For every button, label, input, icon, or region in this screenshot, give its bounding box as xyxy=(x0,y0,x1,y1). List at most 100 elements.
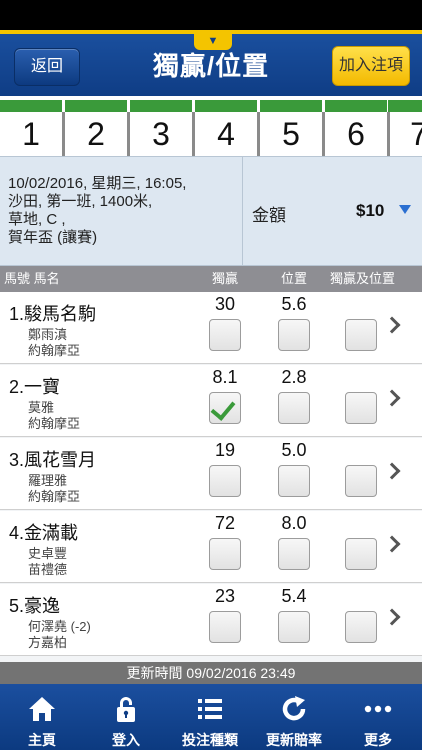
win-odds: 8.1 xyxy=(212,367,238,387)
trainer-name: 方嘉柏 xyxy=(28,635,68,650)
nav-label: 登入 xyxy=(112,732,140,748)
win-checkbox[interactable] xyxy=(209,465,241,497)
win-checkbox[interactable] xyxy=(209,538,241,570)
nav-home[interactable]: 主頁 xyxy=(0,684,84,750)
dropdown-arrow-icon[interactable] xyxy=(399,205,411,214)
horse-row-4[interactable]: 4.金滿載 史卓豐 苗禮德 72 8.0 xyxy=(0,511,422,583)
race-details-line: 賀年盃 (讓賽) xyxy=(8,229,98,246)
race-tab-bar xyxy=(0,100,62,112)
place-odds: 5.6 xyxy=(281,294,307,314)
race-tab-bar xyxy=(195,100,257,112)
bottom-nav: 主頁 登入 投注種類 更新賠率 更多 xyxy=(0,684,422,750)
place-checkbox[interactable] xyxy=(278,319,310,351)
horse-row-2[interactable]: 2.一寶 莫雅 約翰摩亞 8.1 2.8 xyxy=(0,365,422,437)
win-odds: 30 xyxy=(214,294,236,314)
race-details-line: 10/02/2016, 星期三, 16:05, xyxy=(8,175,187,192)
horse-row-5[interactable]: 5.豪逸 何澤堯 (-2) 方嘉柏 23 5.4 xyxy=(0,584,422,656)
column-horse: 馬號 馬名 xyxy=(4,271,60,286)
horse-name: 5.豪逸 xyxy=(9,596,61,616)
race-tab-number: 6 xyxy=(347,116,365,152)
home-icon xyxy=(29,697,55,721)
race-tab-7[interactable]: 7 xyxy=(388,96,422,156)
nav-label: 更新賠率 xyxy=(266,732,322,748)
nav-login[interactable]: 登入 xyxy=(84,684,168,750)
chevron-right-icon[interactable] xyxy=(383,389,401,407)
race-tab-bar xyxy=(388,100,422,112)
win-place-checkbox[interactable] xyxy=(345,465,377,497)
nav-label: 投注種類 xyxy=(182,732,238,748)
more-icon xyxy=(364,705,392,713)
race-tab-number: 1 xyxy=(22,116,40,152)
win-checkbox[interactable] xyxy=(209,392,241,424)
trainer-name: 約翰摩亞 xyxy=(28,416,81,431)
status-bar xyxy=(0,0,422,30)
race-tab-bar xyxy=(325,100,387,112)
amount-select[interactable]: $10 xyxy=(356,201,384,221)
win-place-checkbox[interactable] xyxy=(345,611,377,643)
place-odds: 2.8 xyxy=(281,367,307,387)
horse-row-3[interactable]: 3.風花雪月 羅理雅 約翰摩亞 19 5.0 xyxy=(0,438,422,510)
race-info-panel: 10/02/2016, 星期三, 16:05, 沙田, 第一班, 1400米, … xyxy=(0,156,422,267)
horse-list: 1.駿馬名駒 鄭雨滇 約翰摩亞 30 5.6 2.一寶 莫雅 約翰摩亞 8.1 … xyxy=(0,292,422,662)
race-tab-bar xyxy=(130,100,192,112)
chevron-right-icon[interactable] xyxy=(383,535,401,553)
horse-name: 4.金滿載 xyxy=(9,523,79,543)
list-icon xyxy=(198,699,222,719)
win-place-checkbox[interactable] xyxy=(345,319,377,351)
place-checkbox[interactable] xyxy=(278,538,310,570)
place-checkbox[interactable] xyxy=(278,392,310,424)
win-checkbox[interactable] xyxy=(209,611,241,643)
trainer-name: 苗禮德 xyxy=(28,562,68,577)
horse-name: 2.一寶 xyxy=(9,377,61,397)
win-odds: 23 xyxy=(214,586,236,606)
race-tab-6[interactable]: 6 xyxy=(325,96,390,156)
refresh-icon xyxy=(282,696,306,721)
race-tab-5[interactable]: 5 xyxy=(260,96,325,156)
place-odds: 8.0 xyxy=(281,513,307,533)
race-details-line: 沙田, 第一班, 1400米, xyxy=(8,193,153,210)
race-tab-2[interactable]: 2 xyxy=(65,96,130,156)
horse-name: 3.風花雪月 xyxy=(9,450,97,470)
update-time-bar: 更新時間 09/02/2016 23:49 xyxy=(0,662,422,684)
nav-bet-types[interactable]: 投注種類 xyxy=(168,684,252,750)
nav-refresh-odds[interactable]: 更新賠率 xyxy=(252,684,336,750)
chevron-right-icon[interactable] xyxy=(383,316,401,334)
win-odds: 19 xyxy=(214,440,236,460)
race-tab-number: 3 xyxy=(152,116,170,152)
place-checkbox[interactable] xyxy=(278,465,310,497)
horse-row-1[interactable]: 1.駿馬名駒 鄭雨滇 約翰摩亞 30 5.6 xyxy=(0,292,422,364)
nav-more[interactable]: 更多 xyxy=(336,684,422,750)
race-tab-number: 7 xyxy=(410,116,422,152)
nav-label: 更多 xyxy=(364,732,392,748)
race-tab-number: 5 xyxy=(282,116,300,152)
race-details-line: 草地, C , xyxy=(8,211,66,228)
race-tab-bar xyxy=(260,100,322,112)
race-tab-4[interactable]: 4 xyxy=(195,96,260,156)
chevron-right-icon[interactable] xyxy=(383,608,401,626)
race-tabs: 1 2 3 4 5 6 7 xyxy=(0,96,422,156)
race-tab-3[interactable]: 3 xyxy=(130,96,195,156)
checkmark-icon xyxy=(210,395,236,421)
win-checkbox[interactable] xyxy=(209,319,241,351)
lock-icon xyxy=(117,697,135,722)
trainer-name: 約翰摩亞 xyxy=(28,489,81,504)
trainer-name: 約翰摩亞 xyxy=(28,343,81,358)
place-checkbox[interactable] xyxy=(278,611,310,643)
nav-label: 主頁 xyxy=(28,732,56,748)
race-tab-bar xyxy=(65,100,127,112)
column-place: 位置 xyxy=(281,271,308,286)
win-place-checkbox[interactable] xyxy=(345,392,377,424)
win-odds: 72 xyxy=(214,513,236,533)
back-button[interactable]: 返回 xyxy=(14,48,80,86)
back-button-label: 返回 xyxy=(30,58,63,75)
chevron-right-icon[interactable] xyxy=(383,462,401,480)
race-tab-1[interactable]: 1 xyxy=(0,96,65,156)
win-place-checkbox[interactable] xyxy=(345,538,377,570)
horse-name: 1.駿馬名駒 xyxy=(9,304,97,324)
page-title: 獨贏/位置 xyxy=(152,51,270,81)
add-bet-button[interactable]: 加入注項 xyxy=(332,46,410,86)
column-win-place: 獨贏及位置 xyxy=(330,271,396,286)
race-tab-number: 4 xyxy=(217,116,235,152)
place-odds: 5.0 xyxy=(281,440,307,460)
app-window: ▼ 返回 獨贏/位置 加入注項 1 2 3 4 5 6 7 10/02/2016… xyxy=(0,0,422,750)
